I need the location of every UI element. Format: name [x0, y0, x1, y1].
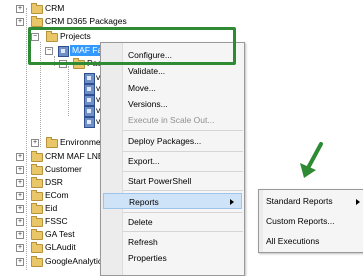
menu-item-properties[interactable]: Properties: [123, 250, 243, 266]
expand-icon[interactable]: +: [16, 179, 24, 187]
tree-item-package[interactable]: v: [0, 83, 100, 95]
tree-item-label: CRM D365 Packages: [45, 16, 127, 26]
menu-item-delete[interactable]: Delete: [123, 214, 243, 230]
submenu-arrow-icon: [230, 199, 234, 205]
tree-item-googleanalytics[interactable]: + GoogleAnalytic: [0, 256, 103, 267]
expand-icon[interactable]: +: [16, 192, 24, 200]
tree-item-package[interactable]: v: [0, 105, 100, 117]
menu-item-label: Standard Reports: [266, 196, 333, 206]
expand-icon[interactable]: +: [16, 153, 24, 161]
menu-separator: [123, 231, 243, 232]
expand-icon[interactable]: +: [16, 218, 24, 226]
tree-item-label: Environmer: [60, 137, 104, 147]
submenu-item-all-executions[interactable]: All Executions: [266, 232, 362, 250]
folder-icon: [31, 3, 43, 14]
tree-item-label: CRM: [45, 3, 65, 13]
expand-icon[interactable]: +: [16, 231, 24, 239]
folder-icon: [31, 190, 43, 201]
expand-icon[interactable]: +: [16, 5, 24, 13]
tree-item-label: DSR: [45, 177, 63, 187]
tree-item-eid[interactable]: + Eid: [0, 203, 100, 214]
tree-item-label: CRM MAF LNE: [45, 151, 104, 161]
submenu-item-standard-reports[interactable]: Standard Reports: [266, 192, 362, 210]
menu-item-export[interactable]: Export...: [123, 153, 243, 169]
folder-icon: [31, 164, 43, 175]
tree-item-label: GoogleAnalytic: [45, 256, 103, 266]
menu-separator: [123, 171, 243, 172]
submenu-arrow-icon: [356, 199, 360, 205]
menu-item-deploy-packages[interactable]: Deploy Packages...: [123, 133, 243, 149]
tree-item-label: GLAudit: [45, 242, 76, 252]
expand-icon[interactable]: +: [16, 258, 24, 266]
tree-item-crm-maf-lne[interactable]: + CRM MAF LNE: [0, 151, 104, 162]
menu-item-validate[interactable]: Validate...: [123, 63, 243, 79]
tree-item-crm-d365-packages[interactable]: + CRM D365 Packages: [0, 16, 140, 27]
tree-item-label: Eid: [45, 203, 58, 213]
context-menu: Configure... Validate... Move... Version…: [100, 42, 245, 276]
tree-item-crm[interactable]: + CRM: [0, 3, 120, 14]
annotation-highlight-box: [28, 27, 236, 65]
folder-icon: [31, 177, 43, 188]
tree-item-environments[interactable]: + Environmer: [0, 137, 104, 148]
folder-icon: [46, 137, 58, 148]
tree-item-fssc[interactable]: + FSSC: [0, 216, 100, 227]
menu-separator: [123, 151, 243, 152]
tree-item-package[interactable]: v: [0, 94, 100, 106]
expand-icon[interactable]: +: [16, 205, 24, 213]
expand-icon[interactable]: +: [16, 166, 24, 174]
menu-item-start-powershell[interactable]: Start PowerShell: [123, 173, 243, 189]
menu-item-label: Reports: [129, 197, 159, 207]
submenu-item-custom-reports[interactable]: Custom Reports...: [266, 212, 362, 230]
menu-item-move[interactable]: Move...: [123, 80, 243, 96]
expand-icon[interactable]: +: [16, 18, 24, 26]
tree-item-label: Customer: [45, 164, 82, 174]
reports-submenu: Standard Reports Custom Reports... All E…: [258, 189, 363, 253]
tree-item-glaudit[interactable]: + GLAudit: [0, 242, 100, 253]
annotation-arrow-icon: [300, 142, 323, 178]
folder-icon: [31, 216, 43, 227]
tree-item-ga-test[interactable]: + GA Test: [0, 229, 100, 240]
folder-icon: [31, 16, 43, 27]
expand-icon[interactable]: +: [16, 244, 24, 252]
menu-item-reports[interactable]: Reports: [103, 193, 242, 209]
menu-item-execute-scale-out: Execute in Scale Out...: [128, 115, 215, 125]
tree-item-package[interactable]: v: [0, 72, 100, 84]
package-icon: [84, 117, 95, 128]
tree-item-package[interactable]: v: [0, 116, 100, 128]
folder-icon: [31, 203, 43, 214]
tree-item-label: GA Test: [45, 229, 75, 239]
tree-item-label: FSSC: [45, 216, 68, 226]
folder-icon: [31, 242, 43, 253]
menu-icon-gutter: [259, 190, 263, 252]
tree-item-label: ECom: [45, 190, 69, 200]
menu-item-versions[interactable]: Versions...: [123, 96, 243, 112]
menu-separator: [123, 212, 243, 213]
folder-icon: [31, 229, 43, 240]
folder-icon: [31, 256, 43, 267]
tree-item-ecom[interactable]: + ECom: [0, 190, 100, 201]
tree-item-dsr[interactable]: + DSR: [0, 177, 100, 188]
folder-icon: [31, 151, 43, 162]
tree-item-customer[interactable]: + Customer: [0, 164, 100, 175]
menu-separator: [123, 130, 243, 131]
menu-icon-gutter: [101, 43, 123, 275]
menu-separator: [123, 190, 243, 191]
menu-item-refresh[interactable]: Refresh: [123, 234, 243, 250]
expand-icon[interactable]: +: [31, 139, 39, 147]
